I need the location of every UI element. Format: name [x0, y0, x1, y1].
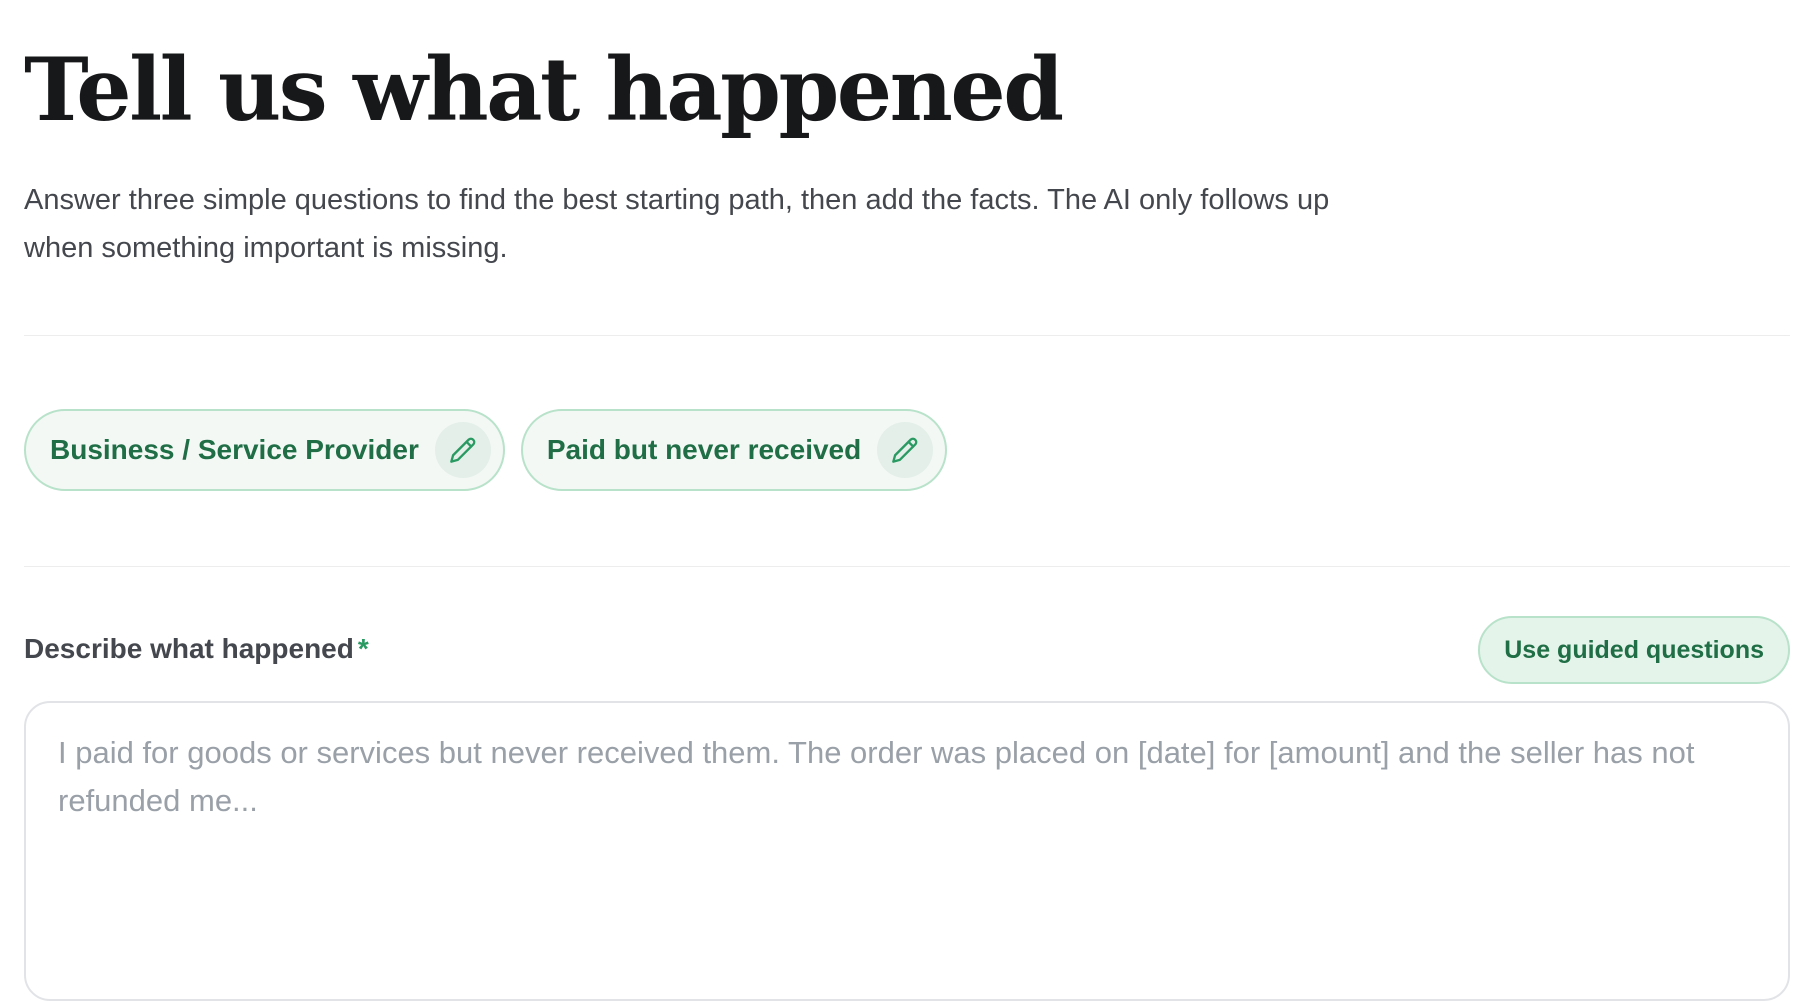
description-label: Describe what happened *: [24, 633, 369, 665]
divider: [24, 566, 1790, 567]
use-guided-questions-button[interactable]: Use guided questions: [1478, 616, 1790, 684]
pencil-icon[interactable]: [877, 422, 934, 478]
pencil-icon[interactable]: [434, 422, 491, 478]
description-label-text: Describe what happened: [24, 633, 354, 664]
required-mark: *: [357, 633, 369, 664]
page-title: Tell us what happened: [24, 38, 1064, 141]
issue-chip[interactable]: Paid but never received: [520, 409, 948, 491]
category-chip-label: Business / Service Provider: [50, 434, 419, 465]
category-chip[interactable]: Business / Service Provider: [24, 409, 505, 491]
page-subtitle: Answer three simple questions to find th…: [24, 184, 1330, 264]
issue-chip-label: Paid but never received: [546, 434, 862, 465]
selection-chips: Business / Service Provider Paid but nev…: [24, 409, 948, 491]
description-textarea[interactable]: [24, 701, 1790, 1001]
divider: [24, 335, 1790, 336]
